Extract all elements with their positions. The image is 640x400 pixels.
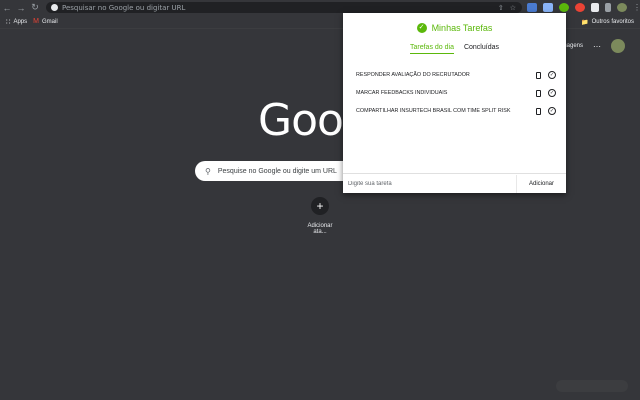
forward-arrow-icon[interactable]: →	[14, 0, 28, 15]
other-bookmarks[interactable]: 📁 Outros favoritos	[581, 15, 634, 29]
task-input[interactable]	[343, 174, 508, 193]
trash-icon[interactable]	[536, 89, 541, 97]
popup-tabs: Tarefas do dia Concluídas	[343, 44, 566, 54]
google-g-icon	[51, 4, 58, 11]
back-arrow-icon[interactable]: ←	[0, 0, 14, 15]
tasks-popup: ✓ Minhas Tarefas Tarefas do dia Concluíd…	[343, 13, 566, 193]
task-text: MARCAR FEEDBACKS INDIVIDUAIS	[356, 90, 448, 96]
tab-completed[interactable]: Concluídas	[464, 44, 499, 54]
account-avatar[interactable]	[611, 39, 626, 53]
add-task-bar: Adicionar	[343, 173, 566, 193]
customize-button[interactable]	[556, 380, 628, 392]
popup-title: Minhas Tarefas	[431, 23, 493, 33]
task-list: RESPONDER AVALIAÇÃO DO RECRUTADOR ✓ MARC…	[356, 66, 556, 120]
check-circle-icon: ✓	[416, 23, 427, 33]
sidebar-icon[interactable]	[605, 3, 611, 12]
reload-icon[interactable]: ↻	[28, 0, 42, 15]
puzzle-extensions-icon[interactable]	[591, 3, 599, 12]
trash-icon[interactable]	[536, 71, 541, 79]
task-item: RESPONDER AVALIAÇÃO DO RECRUTADOR ✓	[356, 66, 556, 84]
apps-grid-icon: ∷	[6, 18, 11, 26]
top-links: Imagens ⋯	[560, 39, 626, 53]
task-item: COMPARTILHAR INSURTECH BRASIL COM TIME S…	[356, 102, 556, 120]
check-done-icon[interactable]: ✓	[548, 107, 556, 115]
bookmark-gmail[interactable]: M Gmail	[33, 18, 58, 25]
tab-today[interactable]: Tarefas do dia	[409, 44, 454, 54]
bookmark-label: Gmail	[42, 18, 58, 25]
add-task-button[interactable]: Adicionar	[516, 175, 566, 193]
shortcut-label: Adicionar ata...	[307, 223, 333, 235]
gmail-icon: M	[33, 18, 39, 25]
menu-kebab-icon[interactable]: ⋮	[633, 3, 640, 12]
add-shortcut[interactable]: + Adicionar ata...	[300, 197, 340, 235]
tasks-extension-icon[interactable]	[559, 3, 569, 12]
extension-4-icon[interactable]	[575, 3, 585, 12]
other-bookmarks-label: Outros favoritos	[591, 19, 634, 25]
task-item: MARCAR FEEDBACKS INDIVIDUAIS ✓	[356, 84, 556, 102]
bookmark-apps[interactable]: ∷ Apps	[6, 18, 27, 26]
extension-1-icon[interactable]	[527, 3, 537, 12]
task-text: RESPONDER AVALIAÇÃO DO RECRUTADOR	[356, 72, 470, 78]
omnibox-placeholder: Pesquisar no Google ou digitar URL	[62, 3, 186, 12]
profile-avatar-icon[interactable]	[617, 3, 627, 12]
search-placeholder: Pesquise no Google ou digite um URL	[217, 167, 337, 175]
popup-header: ✓ Minhas Tarefas	[343, 23, 566, 33]
search-icon: ⚲	[205, 166, 211, 176]
google-apps-icon[interactable]: ⋯	[593, 42, 601, 51]
check-done-icon[interactable]: ✓	[548, 89, 556, 97]
check-done-icon[interactable]: ✓	[548, 71, 556, 79]
bookmark-label: Apps	[13, 18, 28, 25]
bookmark-star-icon[interactable]: ☆	[510, 4, 516, 12]
extensions-area: ⋮	[527, 2, 640, 13]
plus-icon: +	[311, 197, 329, 215]
folder-icon: 📁	[581, 19, 589, 26]
share-icon[interactable]: ⇧	[498, 4, 504, 12]
omnibox[interactable]: Pesquisar no Google ou digitar URL ⇧ ☆	[46, 2, 522, 13]
trash-icon[interactable]	[536, 107, 541, 115]
extension-2-icon[interactable]	[543, 3, 553, 12]
task-text: COMPARTILHAR INSURTECH BRASIL COM TIME S…	[356, 108, 511, 114]
